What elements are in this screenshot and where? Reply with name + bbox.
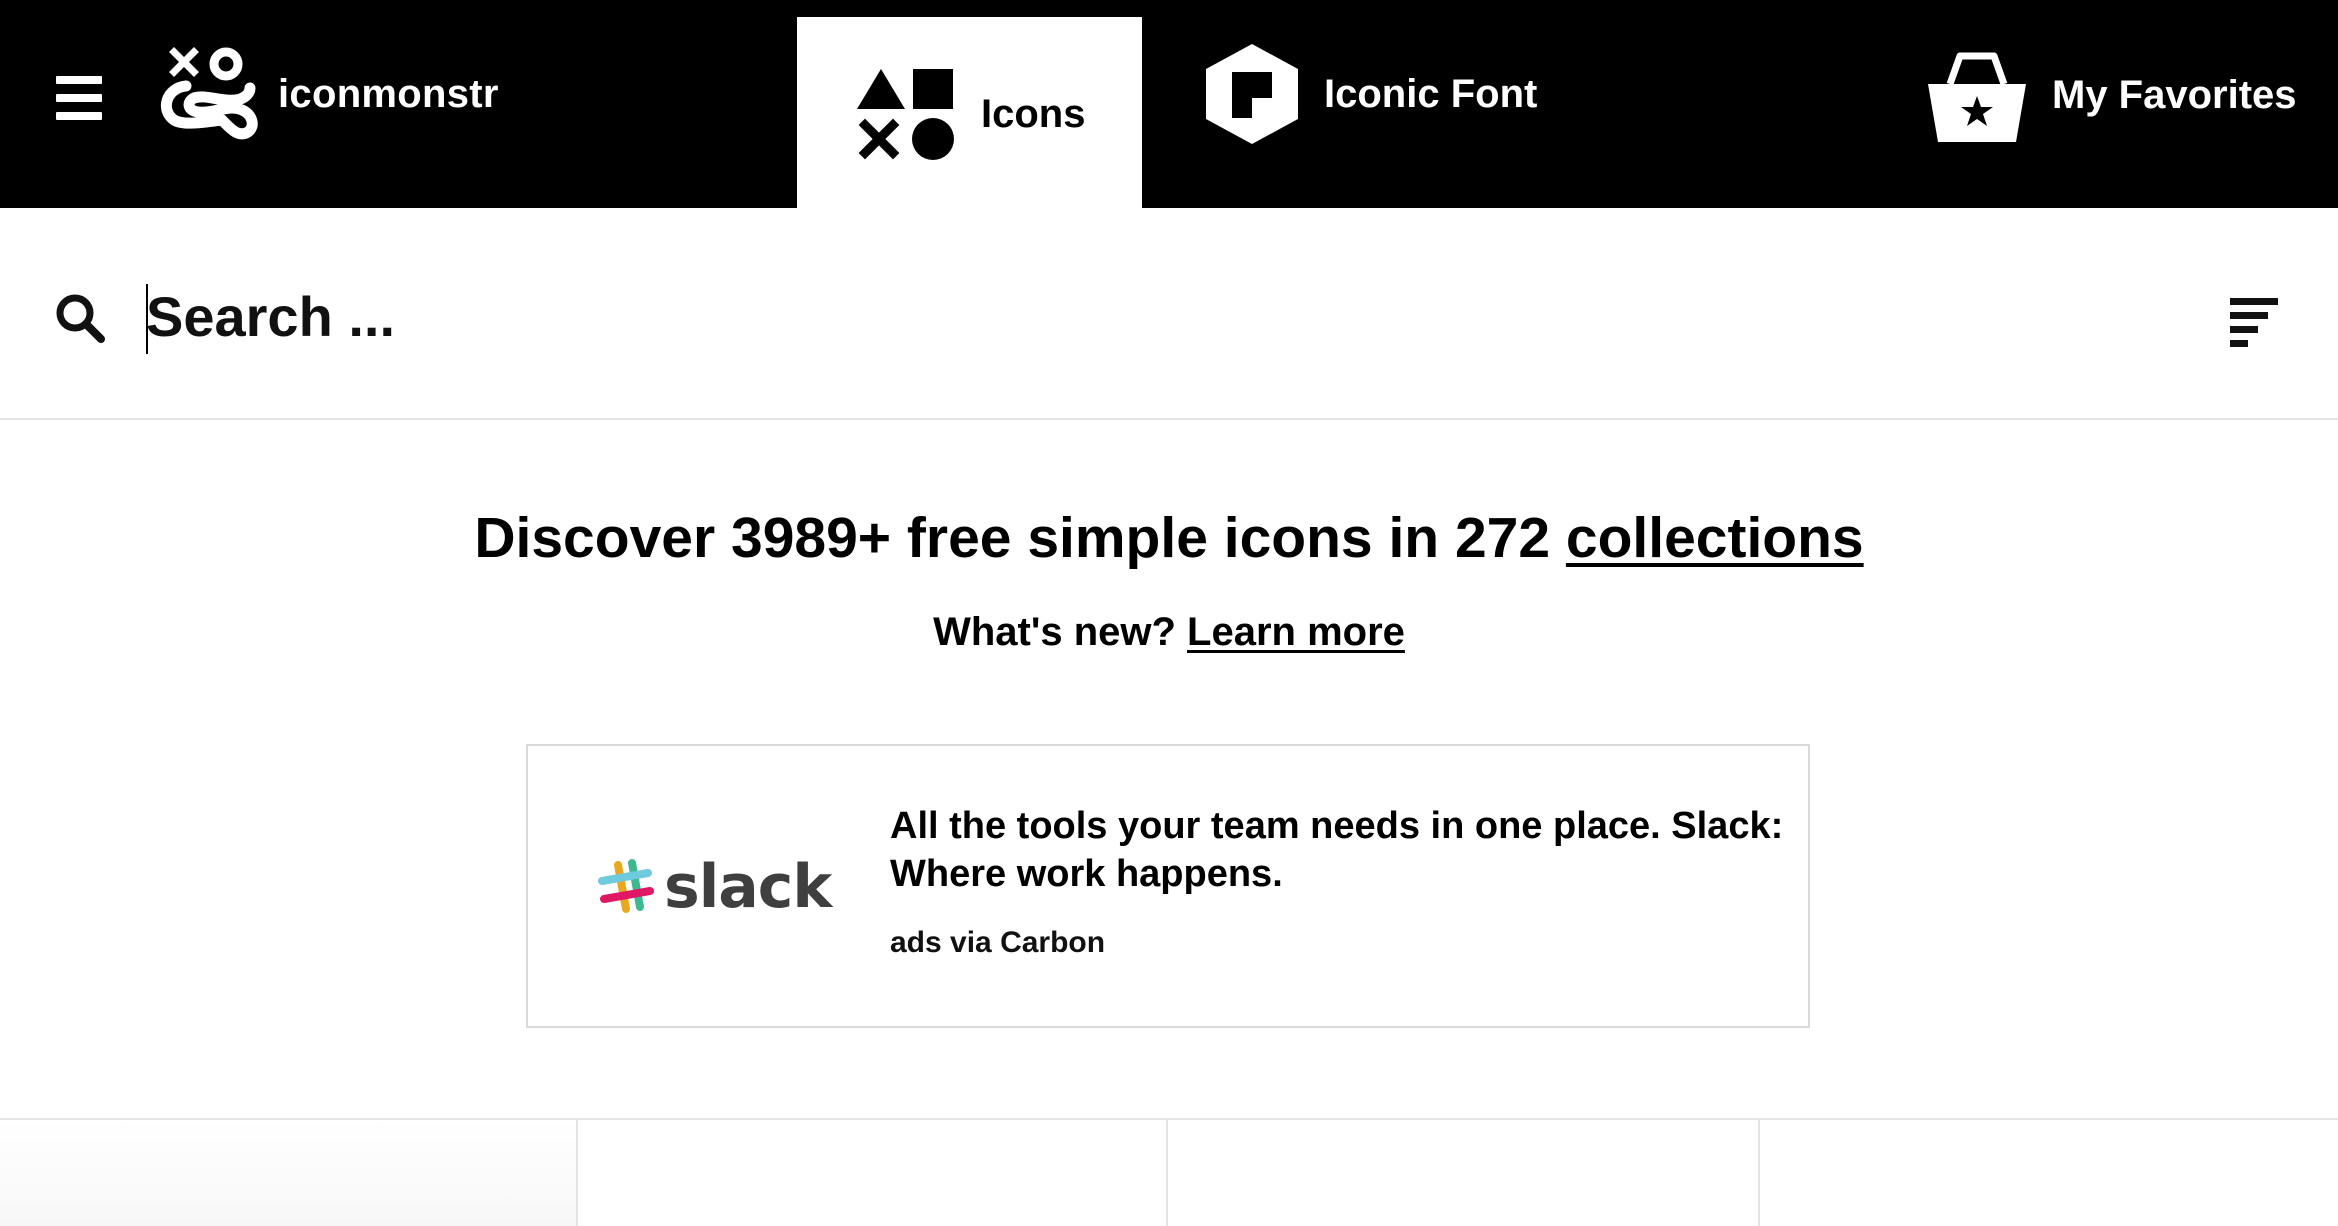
basket-star-icon (1928, 52, 2026, 142)
hexagon-font-icon (1206, 44, 1298, 144)
text-caret (146, 284, 148, 354)
ad-text-link[interactable]: All the tools your team needs in one pla… (890, 802, 1790, 898)
hamburger-menu-icon[interactable] (52, 74, 106, 122)
brand-name: iconmonstr (278, 71, 499, 116)
top-navigation: iconmonstr Icons Iconic Font My Favorite… (0, 0, 2338, 208)
icon-grid-cell[interactable] (0, 1120, 578, 1226)
tab-iconic-font[interactable]: Iconic Font (1206, 44, 1537, 144)
search-bar (0, 208, 2338, 420)
slack-hash-icon (598, 859, 654, 913)
ad-brand-word: slack (664, 852, 832, 922)
collections-link[interactable]: collections (1566, 506, 1864, 570)
tab-my-favorites-label: My Favorites (2052, 72, 2297, 117)
icon-grid-cell[interactable] (1760, 1120, 2338, 1226)
page-title: Discover 3989+ free simple icons in 272 … (0, 500, 2338, 576)
icon-grid-cell[interactable] (578, 1120, 1168, 1226)
carbon-ad-card: slack All the tools your team needs in o… (526, 744, 1810, 1028)
brand-logo-link[interactable]: iconmonstr (158, 44, 499, 144)
iconmonstr-logo-icon (160, 47, 258, 140)
sort-filter-icon[interactable] (2226, 288, 2282, 348)
icon-grid (0, 1118, 2338, 1226)
tab-iconic-font-label: Iconic Font (1324, 71, 1538, 116)
search-icon[interactable] (54, 292, 106, 344)
tab-icons-label: Icons (981, 92, 1086, 136)
icon-grid-cell[interactable] (1168, 1120, 1760, 1226)
tab-icons[interactable]: Icons (797, 17, 1142, 208)
tab-my-favorites[interactable]: My Favorites (1928, 48, 2297, 142)
page-title-text: Discover 3989+ free simple icons in 272 (474, 506, 1566, 570)
ad-logo-link[interactable]: slack (598, 852, 832, 922)
ads-via-carbon-link[interactable]: ads via Carbon (890, 926, 1105, 960)
shapes-icon (857, 68, 954, 160)
learn-more-link[interactable]: Learn more (1187, 610, 1405, 654)
whats-new-line: What's new? Learn more (0, 604, 2338, 660)
search-input[interactable] (146, 274, 2146, 358)
whats-new-text: What's new? (933, 610, 1188, 654)
